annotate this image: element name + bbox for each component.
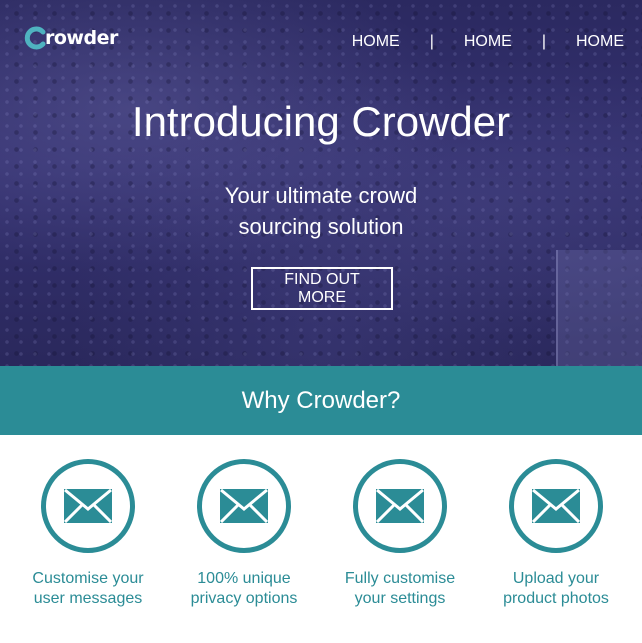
- features-section: Customise your user messages 100% unique…: [0, 435, 642, 643]
- logo-text: rowder: [45, 27, 118, 49]
- hero-section: rowder HOME | HOME | HOME Introducing Cr…: [0, 0, 642, 366]
- feature-icon-circle: [197, 459, 291, 553]
- nav-item-home-3[interactable]: HOME: [576, 33, 624, 51]
- feature-label: Upload your product photos: [478, 569, 634, 609]
- feature-item-messages: Customise your user messages: [10, 459, 166, 609]
- nav-item-home-1[interactable]: HOME: [352, 33, 400, 51]
- feature-item-settings: Fully customise your settings: [322, 459, 478, 609]
- feature-item-photos: Upload your product photos: [478, 459, 634, 609]
- nav-separator: |: [429, 33, 434, 50]
- feature-label-line-1: Fully customise: [344, 570, 456, 587]
- nav-separator: |: [541, 33, 546, 50]
- hero-title: Introducing Crowder: [131, 98, 511, 145]
- hero-subtitle: Your ultimate crowd sourcing solution: [0, 180, 642, 242]
- logo[interactable]: rowder: [24, 26, 118, 50]
- feature-icon-circle: [41, 459, 135, 553]
- top-nav: HOME | HOME | HOME: [352, 33, 624, 51]
- feature-label-line-1: Customise your: [32, 570, 144, 587]
- feature-icon-circle: [353, 459, 447, 553]
- feature-label-line-2: privacy options: [190, 590, 298, 607]
- feature-label: 100% unique privacy options: [166, 569, 322, 609]
- feature-label-line-2: product photos: [503, 590, 609, 607]
- envelope-icon: [220, 489, 268, 523]
- find-out-more-button[interactable]: FIND OUT MORE: [251, 267, 393, 310]
- envelope-icon: [376, 489, 424, 523]
- hero-booth-shape: [556, 250, 642, 366]
- envelope-icon: [64, 489, 112, 523]
- hero-subtitle-line-2: sourcing solution: [238, 214, 404, 239]
- feature-item-privacy: 100% unique privacy options: [166, 459, 322, 609]
- feature-label-line-2: your settings: [354, 590, 446, 607]
- feature-label-line-2: user messages: [33, 590, 143, 607]
- feature-label-line-1: 100% unique: [197, 570, 291, 587]
- feature-label: Customise your user messages: [10, 569, 166, 609]
- why-title: Why Crowder?: [241, 386, 401, 414]
- nav-item-home-2[interactable]: HOME: [464, 33, 512, 51]
- feature-label: Fully customise your settings: [322, 569, 478, 609]
- feature-icon-circle: [509, 459, 603, 553]
- hero-subtitle-line-1: Your ultimate crowd: [224, 183, 418, 208]
- envelope-icon: [532, 489, 580, 523]
- feature-label-line-1: Upload your: [512, 570, 600, 587]
- why-band: Why Crowder?: [0, 366, 642, 435]
